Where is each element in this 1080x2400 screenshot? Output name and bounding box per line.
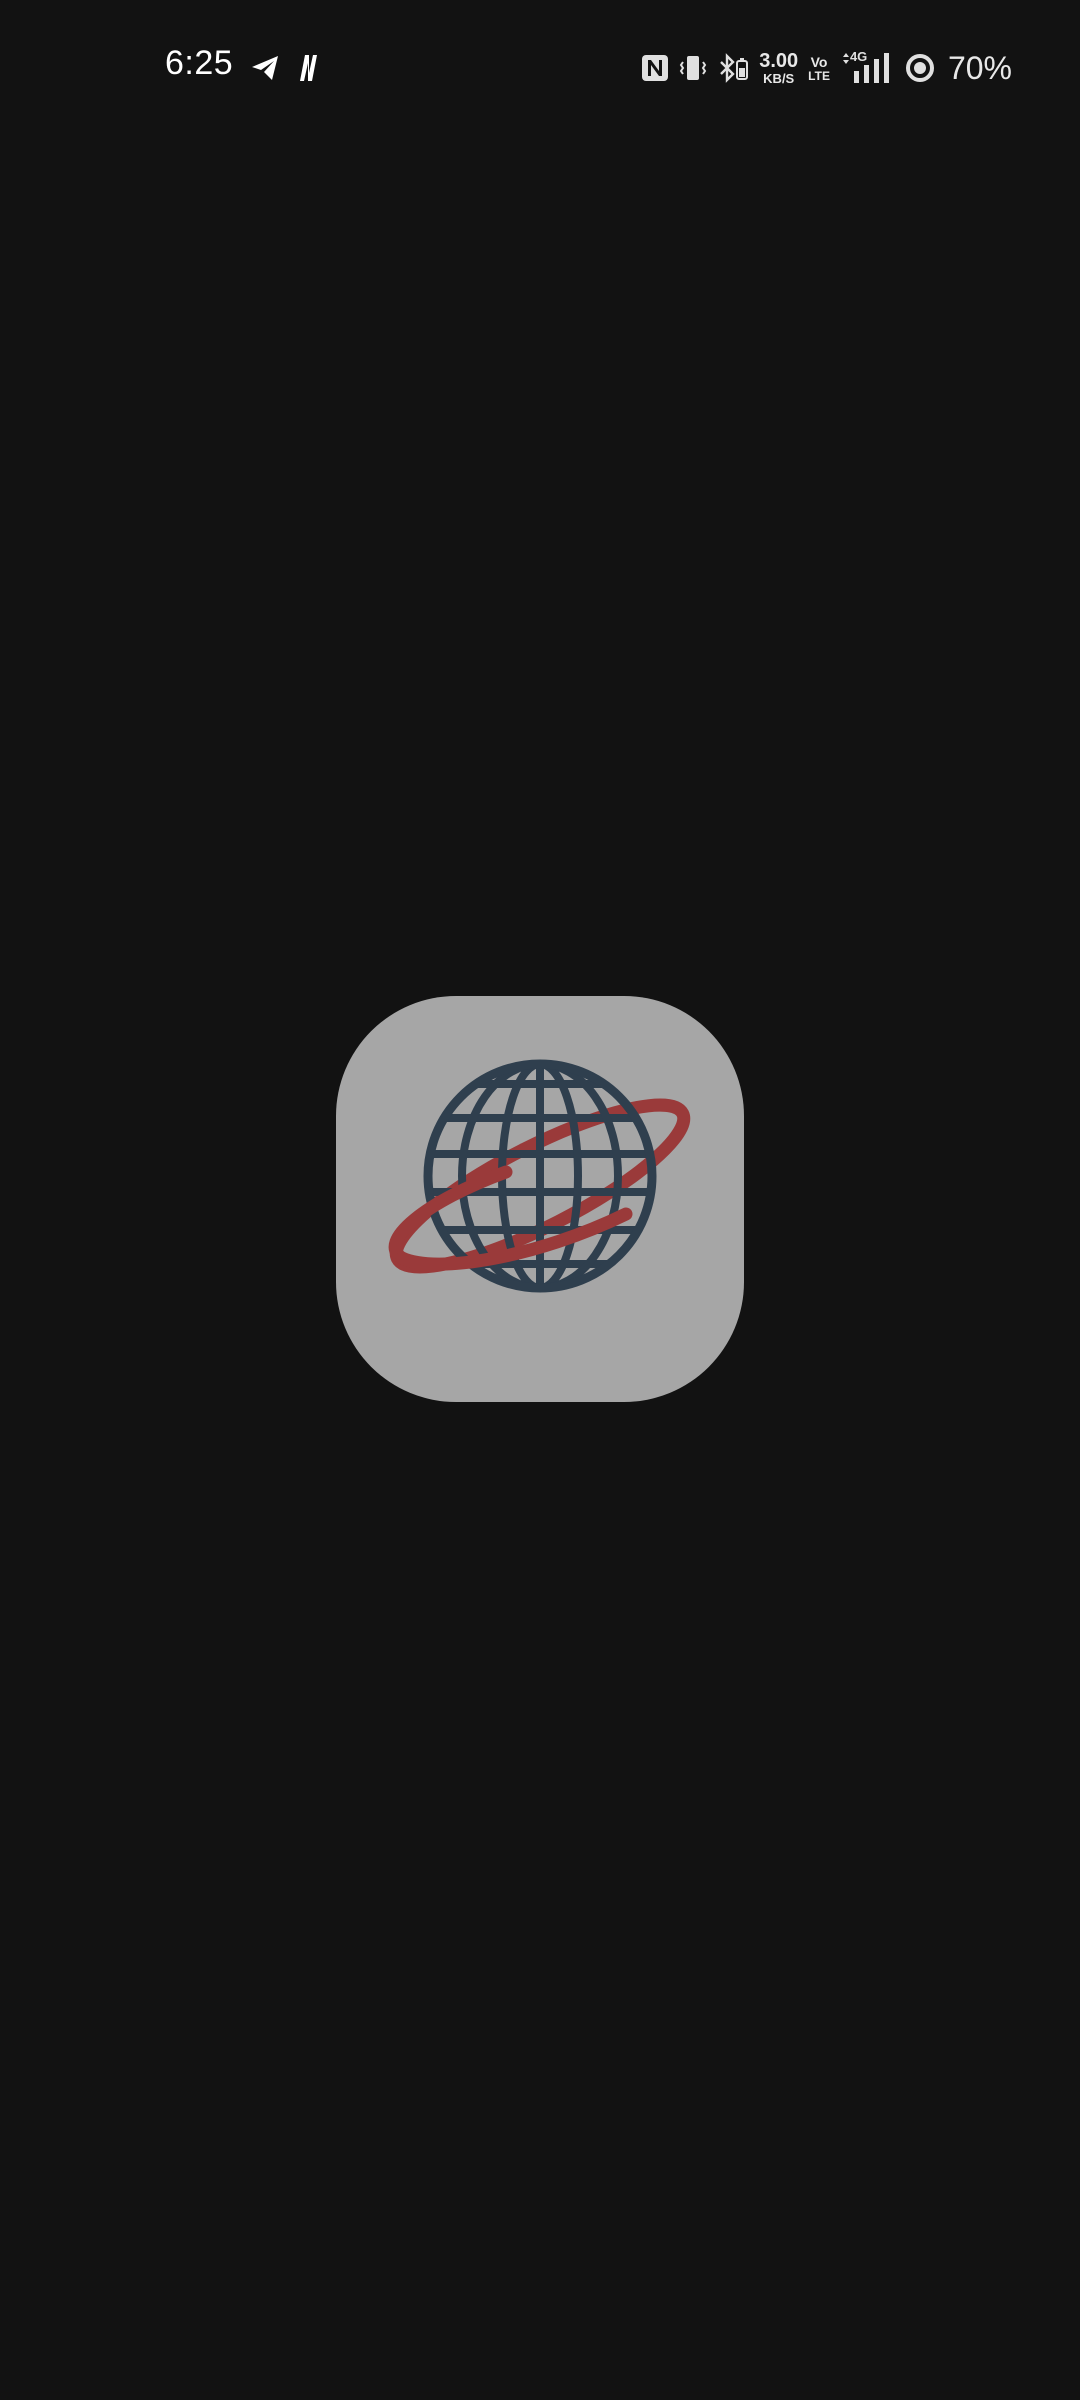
battery-percent: 70% (947, 49, 1012, 86)
status-bar: 6:25 3.00 KB/S Vo LTE 4G 70% (0, 0, 1080, 140)
status-time: 6:25 (165, 44, 234, 82)
volte-top: Vo (810, 53, 828, 70)
battery-ring-icon (904, 52, 936, 84)
network-speed: 3.00 KB/S (759, 51, 798, 85)
splash-screen: 6:25 3.00 KB/S Vo LTE 4G 70% (0, 0, 1080, 2400)
signal-icon: 4G (840, 49, 894, 85)
nfc-icon (641, 53, 669, 83)
status-right-icons: 3.00 KB/S Vo LTE 4G 70% (641, 48, 1012, 88)
network-speed-unit: KB/S (763, 71, 795, 86)
vibrate-icon (679, 53, 707, 83)
app-logo (336, 996, 744, 1402)
network-type: 4G (849, 49, 868, 64)
network-speed-value: 3.00 (759, 50, 799, 72)
telegram-icon (250, 54, 280, 82)
volte-indicator: Vo LTE (808, 55, 830, 82)
notification-n-icon (296, 53, 320, 83)
volte-bottom: LTE (808, 68, 830, 83)
globe-orbit-logo-icon (388, 1059, 691, 1293)
bluetooth-battery-icon (717, 53, 749, 83)
status-left-icons (250, 50, 320, 86)
